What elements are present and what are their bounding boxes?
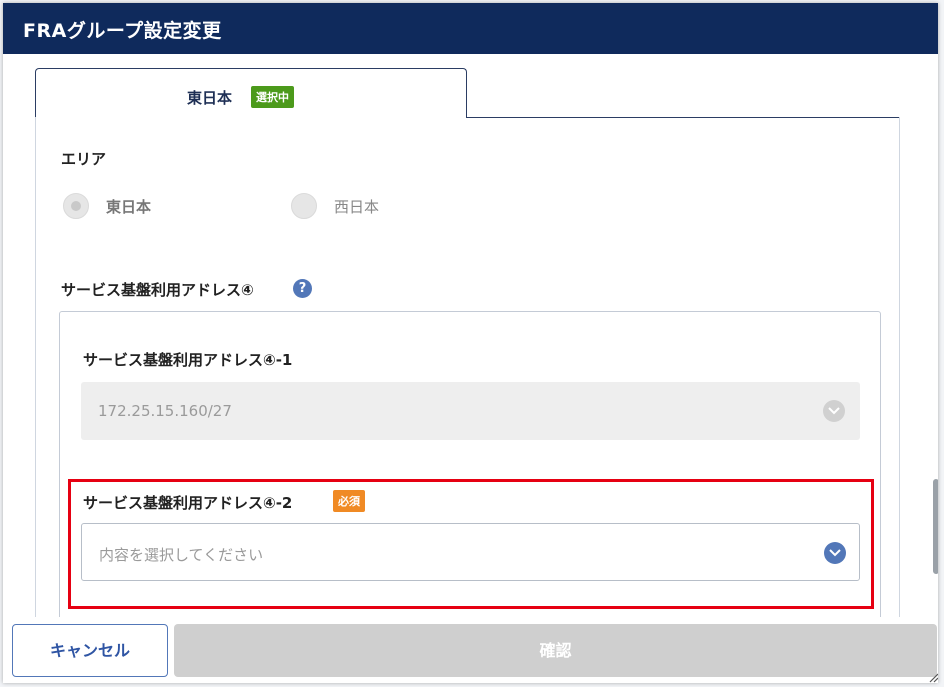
tab-label: 東日本 xyxy=(187,89,233,107)
resize-grip-icon[interactable] xyxy=(927,671,938,683)
radio-east-japan[interactable] xyxy=(63,193,89,219)
highlight-box xyxy=(68,479,874,609)
scrollbar[interactable] xyxy=(933,479,938,574)
area-label: エリア xyxy=(61,150,107,168)
chevron-down-icon xyxy=(823,400,845,422)
question-icon[interactable]: ? xyxy=(293,279,312,298)
radio-label-west-japan: 西日本 xyxy=(334,198,380,216)
dialog-title: FRAグループ設定変更 xyxy=(3,3,938,54)
tab-east-japan[interactable]: 東日本 選択中 xyxy=(35,68,467,118)
selected-badge: 選択中 xyxy=(251,86,294,108)
cancel-button[interactable]: キャンセル xyxy=(12,624,168,677)
address-4-1-value: 172.25.15.160/27 xyxy=(98,402,232,420)
address-4-1-select[interactable]: 172.25.15.160/27 xyxy=(81,382,860,440)
service-address-label: サービス基盤利用アドレス④ xyxy=(61,281,254,299)
fra-group-settings-dialog: FRAグループ設定変更 東日本 選択中 エリア 東日本 西日本 サービス基盤利用… xyxy=(3,3,938,683)
radio-label-east-japan: 東日本 xyxy=(106,198,152,216)
field1-label: サービス基盤利用アドレス④-1 xyxy=(83,351,293,369)
confirm-button[interactable]: 確認 xyxy=(174,624,937,677)
radio-west-japan[interactable] xyxy=(291,193,317,219)
